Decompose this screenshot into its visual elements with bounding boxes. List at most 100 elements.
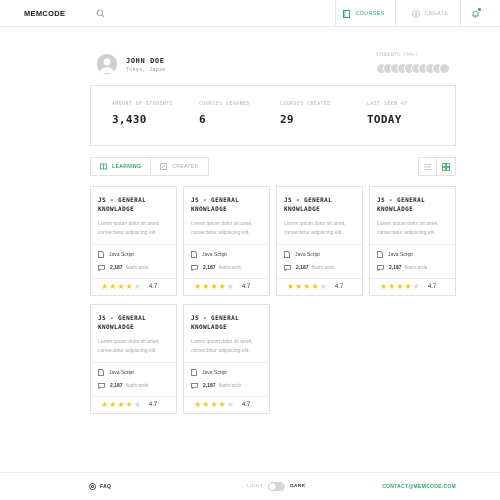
flashcards-label: flashcards <box>218 383 242 389</box>
stat-value: 29 <box>280 113 294 126</box>
course-card[interactable]: JS - GENERAL KNOWLADGE Lorem ipsum dolor… <box>369 186 456 296</box>
star-empty-icon: ★ <box>319 282 327 291</box>
course-card[interactable]: JS - GENERAL KNOWLADGE Lorem ipsum dolor… <box>183 186 270 296</box>
chat-icon <box>98 265 105 271</box>
rating-stars: ★ ★ ★ ★ ★ <box>380 282 420 292</box>
course-language: Java Script <box>98 369 134 376</box>
flashcards-count: 2,187 <box>110 265 123 271</box>
course-title[interactable]: JS - GENERAL KNOWLADGE <box>284 196 358 214</box>
rating-stars: ★ ★ ★ ★ ★ <box>194 400 234 410</box>
star-filled-icon: ★ <box>210 400 218 409</box>
help-circle-icon <box>89 483 96 490</box>
view-toggle <box>418 157 456 176</box>
flashcards-count: 2,187 <box>389 265 402 271</box>
star-filled-icon: ★ <box>125 400 133 409</box>
star-empty-icon: ★ <box>133 400 141 409</box>
user-location: Tokyo, Japan <box>126 67 166 73</box>
notification-dot <box>478 8 481 11</box>
edit-icon <box>160 163 168 170</box>
course-title[interactable]: JS - GENERAL KNOWLADGE <box>377 196 451 214</box>
theme-switch: LIGHT DARK <box>247 482 306 491</box>
tab-learning[interactable]: LEARNING <box>90 157 152 176</box>
book-open-icon <box>100 163 107 170</box>
course-language-label: Java Script <box>109 369 134 376</box>
course-title[interactable]: JS - GENERAL KNOWLADGE <box>98 314 172 332</box>
rating-value: 4.7 <box>334 284 344 290</box>
course-flashcards: 2,187 flashcards <box>98 265 148 271</box>
course-title[interactable]: JS - GENERAL KNOWLADGE <box>98 196 172 214</box>
search-icon[interactable] <box>96 9 105 18</box>
card-divider <box>184 396 269 397</box>
card-divider <box>91 244 176 245</box>
faq-label: FAQ <box>100 483 112 490</box>
card-divider <box>91 362 176 363</box>
stat-value: TODAY <box>367 113 402 126</box>
footer: FAQ LIGHT DARK CONTACT@MEMCODE.COM <box>0 472 500 500</box>
grid-view-icon <box>442 162 450 171</box>
stat-label: AMOUNT OF STUDENTS <box>112 102 173 107</box>
course-language-label: Java Script <box>388 251 413 258</box>
rating-value: 4.7 <box>241 284 251 290</box>
nav-divider <box>395 0 396 27</box>
star-filled-icon: ★ <box>194 282 202 291</box>
star-filled-icon: ★ <box>311 282 319 291</box>
course-card[interactable]: JS - GENERAL KNOWLADGE Lorem ipsum dolor… <box>183 304 270 414</box>
students-label: STUDENTS (99+) <box>376 53 419 58</box>
course-flashcards: 2,187 flashcards <box>284 265 334 271</box>
tab-learning-label: LEARNING <box>112 163 142 170</box>
flashcards-label: flashcards <box>218 265 242 271</box>
contact-email-link[interactable]: CONTACT@MEMCODE.COM <box>382 484 456 490</box>
list-view-button[interactable] <box>418 157 437 176</box>
theme-toggle[interactable] <box>268 482 286 491</box>
star-filled-icon: ★ <box>380 282 388 291</box>
chat-icon <box>98 383 105 389</box>
course-language: Java Script <box>191 369 227 376</box>
star-empty-icon: ★ <box>412 282 420 291</box>
course-card[interactable]: JS - GENERAL KNOWLADGE Lorem ipsum dolor… <box>90 304 177 414</box>
chat-icon <box>191 383 198 389</box>
course-rating: ★ ★ ★ ★ ★ 4.7 <box>380 282 436 292</box>
file-icon <box>98 369 104 376</box>
course-title[interactable]: JS - GENERAL KNOWLADGE <box>191 314 265 332</box>
faq-link[interactable]: FAQ <box>89 483 111 490</box>
course-description: Lorem ipsum dolor sit amet, consectetur … <box>98 339 160 354</box>
notifications-button[interactable] <box>462 0 488 27</box>
star-filled-icon: ★ <box>287 282 295 291</box>
flashcards-count: 2,187 <box>110 383 123 389</box>
chat-icon <box>377 265 384 271</box>
stat-courses-created: COURSES CREATED 29 <box>280 102 331 126</box>
card-divider <box>91 396 176 397</box>
course-card[interactable]: JS - GENERAL KNOWLADGE Lorem ipsum dolor… <box>90 186 177 296</box>
course-description: Lorem ipsum dolor sit amet, consectetur … <box>377 221 439 236</box>
star-filled-icon: ★ <box>396 282 404 291</box>
student-avatars[interactable] <box>376 63 456 75</box>
grid-view-button[interactable] <box>437 157 456 176</box>
card-divider <box>370 278 455 279</box>
course-flashcards: 2,187 flashcards <box>191 265 241 271</box>
card-divider <box>277 278 362 279</box>
course-language-label: Java Script <box>295 251 320 258</box>
nav-courses[interactable]: COURSES <box>336 0 392 27</box>
app-logo[interactable]: MEMCODE <box>24 9 65 18</box>
course-card[interactable]: JS - GENERAL KNOWLADGE Lorem ipsum dolor… <box>276 186 363 296</box>
course-rating: ★ ★ ★ ★ ★ 4.7 <box>194 282 250 292</box>
avatar[interactable] <box>97 54 117 74</box>
nav-create[interactable]: CREATE <box>404 0 456 27</box>
flashcards-label: flashcards <box>125 265 149 271</box>
stat-courses-learned: COURSES LEARNED 6 <box>199 102 250 126</box>
flashcards-count: 2,187 <box>203 383 216 389</box>
card-divider <box>277 244 362 245</box>
list-view-icon <box>424 163 431 170</box>
course-tabs: LEARNING CREATED <box>90 157 209 176</box>
flashcards-count: 2,187 <box>296 265 309 271</box>
stat-students: AMOUNT OF STUDENTS 3,430 <box>112 102 173 126</box>
tab-created[interactable]: CREATED <box>151 157 209 176</box>
stats-panel: AMOUNT OF STUDENTS 3,430 COURSES LEARNED… <box>90 85 456 146</box>
star-empty-icon: ★ <box>226 400 234 409</box>
theme-light-label: LIGHT <box>247 484 264 489</box>
flashcards-label: flashcards <box>125 383 149 389</box>
course-title[interactable]: JS - GENERAL KNOWLADGE <box>191 196 265 214</box>
student-avatar[interactable] <box>439 63 450 74</box>
star-filled-icon: ★ <box>404 282 412 291</box>
course-rating: ★ ★ ★ ★ ★ 4.7 <box>194 400 250 410</box>
